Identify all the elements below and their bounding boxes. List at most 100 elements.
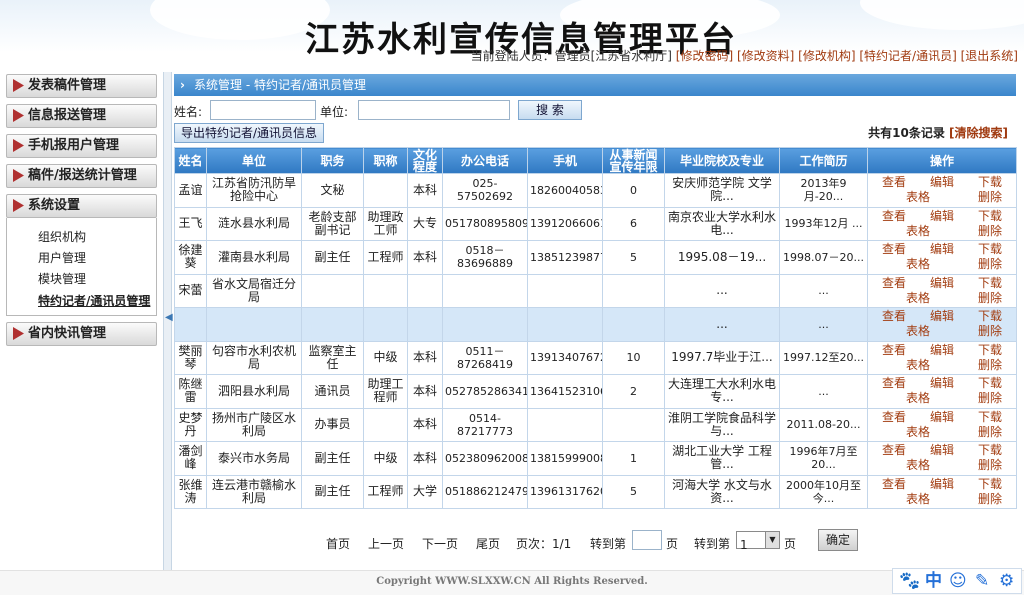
view-link[interactable]: 查看 xyxy=(870,343,918,358)
table-cell: 2000年10月至今... xyxy=(779,474,868,509)
form-link[interactable]: 表格 xyxy=(870,324,966,339)
form-link[interactable]: 表格 xyxy=(870,458,966,473)
download-link[interactable]: 下载 xyxy=(966,175,1014,190)
goto-page-input[interactable] xyxy=(632,530,662,550)
download-link[interactable]: 下载 xyxy=(966,309,1014,324)
page-select[interactable]: 1 ▼ xyxy=(736,531,780,552)
edit-profile-link[interactable]: [修改资料] xyxy=(737,49,794,63)
sidebar: 发表稿件管理 信息报送管理 手机报用户管理 稿件/报送统计管理 系统设置 组织机… xyxy=(0,70,165,570)
view-link[interactable]: 查看 xyxy=(870,242,918,257)
form-link[interactable]: 表格 xyxy=(870,257,966,272)
form-link[interactable]: 表格 xyxy=(870,391,966,406)
download-link[interactable]: 下载 xyxy=(966,276,1014,291)
delete-link[interactable]: 删除 xyxy=(966,190,1014,205)
form-link[interactable]: 表格 xyxy=(870,224,966,239)
cloud-decoration xyxy=(150,0,330,40)
collapse-arrow-icon[interactable]: ◀ xyxy=(165,312,173,323)
search-button[interactable]: 搜 索 xyxy=(518,100,582,120)
table-cell xyxy=(407,307,443,342)
form-link[interactable]: 表格 xyxy=(870,425,966,440)
view-link[interactable]: 查看 xyxy=(870,477,918,492)
form-link[interactable]: 表格 xyxy=(870,291,966,306)
page-info: 页次：1/1 xyxy=(516,537,572,551)
reporters-link[interactable]: [特约记者/通讯员] xyxy=(859,49,956,63)
confirm-button[interactable]: 确定 xyxy=(818,529,858,551)
table-cell: 徐建葵 xyxy=(174,240,207,275)
edit-link[interactable]: 编辑 xyxy=(918,209,966,224)
view-link[interactable]: 查看 xyxy=(870,410,918,425)
menu-info-report[interactable]: 信息报送管理 xyxy=(6,104,157,128)
edit-link[interactable]: 编辑 xyxy=(918,309,966,324)
first-page-link[interactable]: 首页 xyxy=(326,535,350,552)
view-link[interactable]: 查看 xyxy=(870,276,918,291)
menu-label: 稿件/报送统计管理 xyxy=(28,168,137,183)
form-link[interactable]: 表格 xyxy=(870,358,966,373)
pen-icon[interactable]: ✎ xyxy=(975,571,989,591)
edit-link[interactable]: 编辑 xyxy=(918,175,966,190)
table-cell: 张维涛 xyxy=(174,474,207,509)
cloud-decoration xyxy=(860,0,1024,30)
table-cell xyxy=(442,307,528,342)
view-link[interactable]: 查看 xyxy=(870,175,918,190)
sub-item-users[interactable]: 用户管理 xyxy=(38,249,86,266)
view-link[interactable]: 查看 xyxy=(870,443,918,458)
paw-icon[interactable]: 🐾 xyxy=(899,571,920,591)
gear-icon[interactable]: ⚙ xyxy=(999,571,1014,591)
table-cell: 0 xyxy=(602,173,665,208)
delete-link[interactable]: 删除 xyxy=(966,257,1014,272)
delete-link[interactable]: 删除 xyxy=(966,425,1014,440)
menu-system-settings[interactable]: 系统设置 xyxy=(6,194,157,218)
edit-link[interactable]: 编辑 xyxy=(918,410,966,425)
download-link[interactable]: 下载 xyxy=(966,443,1014,458)
form-link[interactable]: 表格 xyxy=(870,492,966,507)
download-link[interactable]: 下载 xyxy=(966,410,1014,425)
export-button[interactable]: 导出特约记者/通讯员信息 xyxy=(174,123,324,143)
delete-link[interactable]: 删除 xyxy=(966,391,1014,406)
edit-organization-link[interactable]: [修改机构] xyxy=(798,49,855,63)
download-link[interactable]: 下载 xyxy=(966,242,1014,257)
menu-mobile-users[interactable]: 手机报用户管理 xyxy=(6,134,157,158)
edit-link[interactable]: 编辑 xyxy=(918,242,966,257)
menu-provincial-news[interactable]: 省内快讯管理 xyxy=(6,322,157,346)
menu-statistics[interactable]: 稿件/报送统计管理 xyxy=(6,164,157,188)
table-cell: 1 xyxy=(602,441,665,476)
chinese-input-toggle[interactable]: 中 xyxy=(925,571,942,591)
view-link[interactable]: 查看 xyxy=(870,309,918,324)
view-link[interactable]: 查看 xyxy=(870,376,918,391)
sub-item-organization[interactable]: 组织机构 xyxy=(38,228,86,245)
edit-link[interactable]: 编辑 xyxy=(918,376,966,391)
search-bar: 姓名: 单位: 搜 索 xyxy=(174,100,1016,122)
row-actions: 查看 编辑 下载 表格 删除 xyxy=(867,474,1017,509)
delete-link[interactable]: 删除 xyxy=(966,324,1014,339)
delete-link[interactable]: 删除 xyxy=(966,224,1014,239)
smile-icon[interactable]: ☺ xyxy=(949,571,967,591)
prev-page-link[interactable]: 上一页 xyxy=(368,535,404,552)
name-input[interactable] xyxy=(210,100,316,120)
logout-link[interactable]: [退出系统] xyxy=(961,49,1018,63)
edit-link[interactable]: 编辑 xyxy=(918,443,966,458)
clear-search-link[interactable]: [清除搜索] xyxy=(949,126,1008,140)
download-link[interactable]: 下载 xyxy=(966,376,1014,391)
change-password-link[interactable]: [修改密码] xyxy=(676,49,733,63)
sidebar-splitter[interactable]: ◀ xyxy=(163,72,173,570)
sub-item-reporters[interactable]: 特约记者/通讯员管理 xyxy=(38,292,150,309)
unit-input[interactable] xyxy=(358,100,510,120)
delete-link[interactable]: 删除 xyxy=(966,458,1014,473)
download-link[interactable]: 下载 xyxy=(966,343,1014,358)
next-page-link[interactable]: 下一页 xyxy=(422,535,458,552)
delete-link[interactable]: 删除 xyxy=(966,358,1014,373)
column-header: 单位 xyxy=(206,147,302,174)
view-link[interactable]: 查看 xyxy=(870,209,918,224)
menu-article-management[interactable]: 发表稿件管理 xyxy=(6,74,157,98)
download-link[interactable]: 下载 xyxy=(966,209,1014,224)
arrow-right-icon xyxy=(13,327,24,340)
edit-link[interactable]: 编辑 xyxy=(918,343,966,358)
delete-link[interactable]: 删除 xyxy=(966,492,1014,507)
download-link[interactable]: 下载 xyxy=(966,477,1014,492)
sub-item-modules[interactable]: 模块管理 xyxy=(38,270,86,287)
edit-link[interactable]: 编辑 xyxy=(918,276,966,291)
last-page-link[interactable]: 尾页 xyxy=(476,535,500,552)
delete-link[interactable]: 删除 xyxy=(966,291,1014,306)
edit-link[interactable]: 编辑 xyxy=(918,477,966,492)
form-link[interactable]: 表格 xyxy=(870,190,966,205)
